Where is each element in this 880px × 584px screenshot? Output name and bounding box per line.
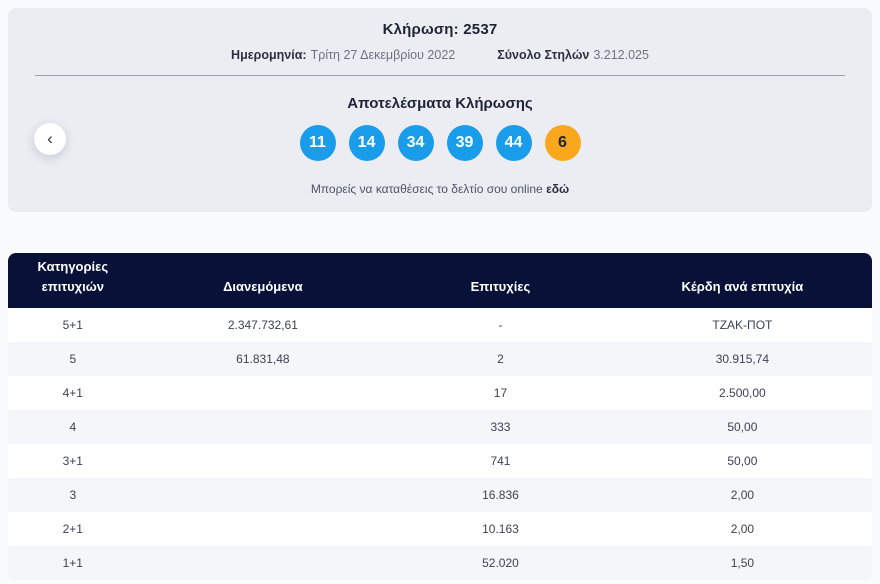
number-ball: 34 — [397, 125, 434, 161]
number-ball: 39 — [446, 125, 483, 161]
number-ball: 11 — [299, 125, 336, 161]
number-ball: 44 — [495, 125, 532, 161]
chevron-left-icon: ‹ — [47, 128, 53, 148]
online-submit-note-text: Μπορείς να καταθέσεις το δελτίο σου onli… — [310, 182, 543, 196]
prize-table-card: Κατηγορίες επιτυχιών Διανεμόμενα Επιτυχί… — [8, 253, 872, 580]
cell-winners: 10.163 — [482, 522, 519, 536]
cell-prize: 2,00 — [730, 488, 755, 502]
column-header-categories: Κατηγορίες επιτυχιών — [8, 253, 138, 308]
joker-ball: 6 — [544, 125, 581, 161]
cell-winners: 333 — [490, 420, 511, 434]
table-row: 2+1 10.163 2,00 — [8, 512, 872, 546]
prize-table-header: Κατηγορίες επιτυχιών Διανεμόμενα Επιτυχί… — [8, 253, 872, 308]
column-header-prize: Κέρδη ανά επιτυχία — [612, 253, 872, 308]
cell-category: 5 — [69, 352, 77, 366]
cell-category: 3 — [69, 488, 77, 502]
total-columns-label: Σύνολο Στηλών — [497, 48, 590, 62]
cell-distributed: 61.831,48 — [236, 352, 290, 366]
previous-draw-button[interactable]: ‹ — [34, 123, 66, 155]
cell-prize: 50,00 — [727, 420, 758, 434]
drawn-numbers: 11 14 34 39 44 6 — [8, 125, 872, 161]
cell-prize: 2.500,00 — [719, 386, 766, 400]
cell-distributed: 2.347.732,61 — [227, 318, 298, 332]
table-row: 3 16.836 2,00 — [8, 478, 872, 512]
table-row: 5+1 2.347.732,61 - ΤΖΑΚ-ΠΟΤ — [8, 308, 872, 342]
cell-category: 2+1 — [62, 522, 83, 536]
cell-category: 5+1 — [62, 318, 83, 332]
cell-distributed — [138, 512, 389, 546]
column-header-winners: Επιτυχίες — [388, 253, 613, 308]
draw-date: Ημερομηνία: Τρίτη 27 Δεκεμβρίου 2022 — [231, 48, 455, 62]
cell-prize: ΤΖΑΚ-ΠΟΤ — [712, 318, 773, 332]
column-header-categories-line1: Κατηγορίες — [37, 258, 109, 274]
cell-distributed — [138, 444, 389, 478]
cell-distributed — [138, 478, 389, 512]
table-row: 1+1 52.020 1,50 — [8, 546, 872, 580]
cell-winners: 16.836 — [482, 488, 519, 502]
number-ball: 14 — [348, 125, 385, 161]
cell-category: 1+1 — [62, 556, 83, 570]
draw-date-label: Ημερομηνία: — [231, 48, 307, 62]
draw-title-label: Κλήρωση: — [382, 21, 459, 38]
prize-table-body: 5+1 2.347.732,61 - ΤΖΑΚ-ΠΟΤ 5 61.831,48 … — [8, 308, 872, 580]
cell-prize: 50,00 — [727, 454, 758, 468]
results-title: Αποτελέσματα Κλήρωσης — [347, 95, 533, 112]
cell-distributed — [138, 410, 389, 444]
cell-category: 4+1 — [62, 386, 83, 400]
table-row: 3+1 741 50,00 — [8, 444, 872, 478]
table-row: 4+1 17 2.500,00 — [8, 376, 872, 410]
total-columns: Σύνολο Στηλών 3.212.025 — [497, 48, 649, 62]
online-submit-link[interactable]: εδώ — [546, 182, 569, 196]
draw-date-value: Τρίτη 27 Δεκεμβρίου 2022 — [310, 48, 456, 62]
cell-distributed — [138, 546, 389, 580]
cell-prize: 1,50 — [730, 556, 755, 570]
cell-category: 3+1 — [62, 454, 83, 468]
draw-number: 2537 — [463, 21, 498, 38]
total-columns-value: 3.212.025 — [593, 48, 649, 62]
table-row: 4 333 50,00 — [8, 410, 872, 444]
cell-winners: 2 — [497, 352, 504, 366]
cell-winners: 52.020 — [482, 556, 519, 570]
cell-category: 4 — [69, 420, 77, 434]
draw-title: Κλήρωση: 2537 — [8, 8, 872, 38]
draw-meta: Ημερομηνία: Τρίτη 27 Δεκεμβρίου 2022 Σύνο… — [8, 48, 872, 62]
cell-winners: - — [498, 318, 503, 332]
cell-distributed — [138, 376, 389, 410]
table-row: 5 61.831,48 2 30.915,74 — [8, 342, 872, 376]
online-submit-note: Μπορείς να καταθέσεις το δελτίο σου onli… — [8, 182, 872, 196]
cell-prize: 2,00 — [730, 522, 755, 536]
draw-summary-card: Κλήρωση: 2537 Ημερομηνία: Τρίτη 27 Δεκεμβ… — [8, 8, 872, 212]
card-divider — [35, 75, 845, 76]
prize-table: Κατηγορίες επιτυχιών Διανεμόμενα Επιτυχί… — [8, 253, 872, 580]
cell-prize: 30.915,74 — [715, 352, 770, 366]
cell-winners: 741 — [490, 454, 511, 468]
cell-winners: 17 — [493, 386, 508, 400]
column-header-distributed: Διανεμόμενα — [137, 253, 389, 308]
column-header-categories-line2: επιτυχιών — [41, 278, 104, 294]
